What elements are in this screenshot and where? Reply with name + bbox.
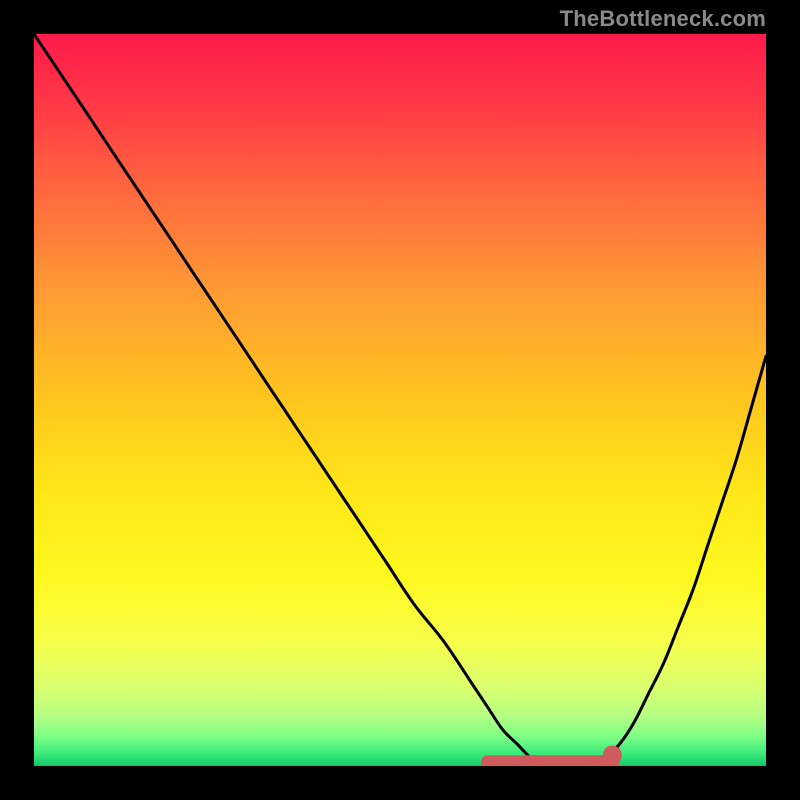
marker-dot <box>603 746 621 764</box>
bottleneck-curve <box>34 34 766 766</box>
watermark-text: TheBottleneck.com <box>560 6 766 32</box>
curve-layer <box>34 34 766 766</box>
chart-frame: TheBottleneck.com <box>0 0 800 800</box>
plot-area <box>34 34 766 766</box>
